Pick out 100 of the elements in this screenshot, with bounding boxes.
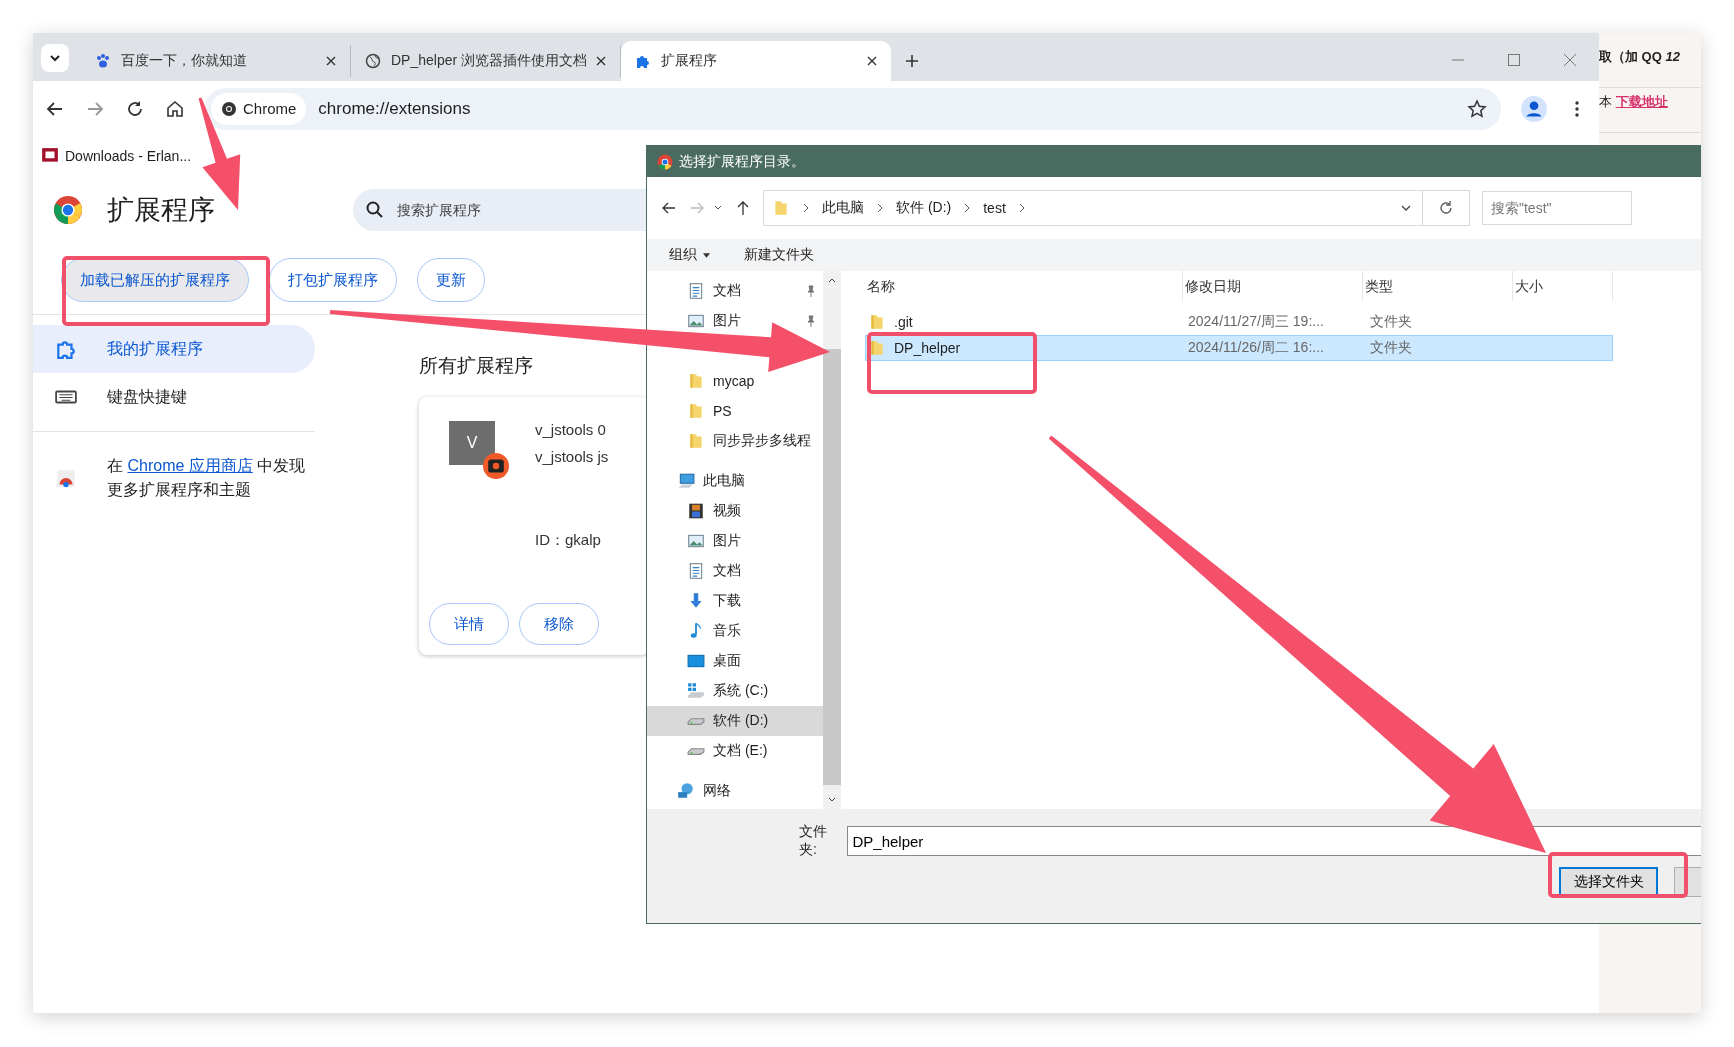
bookmark-item[interactable]: Downloads - Erlan... bbox=[41, 147, 192, 165]
page-title: 扩展程序 bbox=[107, 194, 216, 227]
browser-tab[interactable]: 扩展程序 bbox=[621, 41, 891, 81]
drive-icon bbox=[687, 717, 705, 725]
file-type: 文件夹 bbox=[1369, 313, 1413, 331]
pin-icon[interactable] bbox=[805, 285, 817, 297]
extension-description: v_jstools js bbox=[535, 448, 609, 465]
globe-icon bbox=[365, 53, 381, 69]
column-header[interactable]: 修改日期 bbox=[1183, 271, 1363, 301]
file-row[interactable]: DP_helper 2024/11/26/周二 16:... 文件夹 bbox=[865, 335, 1613, 361]
file-name: .git bbox=[894, 314, 913, 330]
command-button[interactable]: 新建文件夹 bbox=[744, 246, 814, 264]
download-link[interactable]: 下载地址 bbox=[1615, 94, 1668, 109]
nav-item[interactable]: 视频 bbox=[647, 496, 823, 526]
system-drive-icon bbox=[687, 682, 705, 700]
extension-name: v_jstools 0 bbox=[535, 421, 607, 438]
picture-icon bbox=[687, 532, 705, 550]
browser-tab[interactable]: 百度一下，你就知道 bbox=[81, 45, 351, 77]
site-chip[interactable]: Chrome bbox=[211, 92, 307, 125]
extension-id: ID：gkalp bbox=[535, 531, 602, 550]
folder-icon bbox=[772, 199, 790, 217]
chevron-down-icon bbox=[49, 52, 61, 64]
web-store-link[interactable]: Chrome 应用商店 bbox=[127, 457, 253, 474]
card-button[interactable]: 详情 bbox=[429, 603, 509, 645]
bookmark-star-icon[interactable] bbox=[1467, 98, 1487, 119]
network-icon bbox=[677, 782, 695, 800]
chrome-logo-icon bbox=[657, 153, 673, 170]
folder-icon bbox=[687, 432, 705, 450]
chevron-right-icon bbox=[876, 203, 884, 213]
home-icon[interactable] bbox=[165, 98, 185, 119]
record-badge-icon bbox=[483, 453, 509, 479]
column-header[interactable]: 大小 bbox=[1513, 271, 1613, 301]
nav-item[interactable]: 同步异步多线程 bbox=[647, 426, 823, 456]
breadcrumb-item[interactable]: 软件 (D:) bbox=[896, 199, 952, 217]
search-field[interactable]: 搜索扩展程序 bbox=[395, 201, 580, 219]
close-icon[interactable] bbox=[326, 56, 336, 66]
action-button[interactable]: 更新 bbox=[417, 258, 485, 302]
folder-icon bbox=[687, 372, 705, 390]
action-button[interactable]: 打包扩展程序 bbox=[269, 258, 397, 302]
sidebar-item[interactable]: 键盘快捷键 bbox=[33, 373, 315, 421]
nav-item[interactable]: 网络 bbox=[647, 776, 823, 806]
maximize-icon[interactable] bbox=[1507, 53, 1521, 67]
tab-search-button[interactable] bbox=[41, 44, 69, 72]
nav-item[interactable]: 文档 bbox=[647, 556, 823, 586]
nav-item[interactable]: 下载 bbox=[647, 586, 823, 616]
file-name: DP_helper bbox=[894, 340, 961, 356]
profile-avatar-icon[interactable] bbox=[1521, 95, 1547, 122]
card-button[interactable]: 移除 bbox=[519, 603, 599, 645]
web-store-text: 在 Chrome 应用商店 中发现更多扩展程序和主题 bbox=[107, 456, 307, 500]
up-arrow-icon[interactable] bbox=[735, 200, 751, 216]
document-icon bbox=[687, 282, 705, 300]
nav-item[interactable]: 此电脑 bbox=[647, 466, 823, 496]
folder-icon bbox=[868, 313, 886, 331]
drive-icon bbox=[687, 747, 705, 755]
search-field[interactable]: 搜索"test" bbox=[1482, 191, 1632, 225]
dialog-title: 选择扩展程序目录。 bbox=[679, 152, 805, 171]
breadcrumb-item[interactable]: test bbox=[983, 200, 1006, 216]
folder-icon bbox=[868, 339, 886, 357]
column-header[interactable]: 名称 bbox=[865, 271, 1183, 301]
folder-icon bbox=[687, 402, 705, 420]
sidebar-item[interactable]: 我的扩展程序 bbox=[33, 325, 315, 373]
nav-item[interactable]: PS bbox=[647, 396, 823, 426]
puzzle-icon bbox=[635, 53, 651, 69]
scrollbar[interactable] bbox=[823, 271, 841, 809]
column-header[interactable]: 类型 bbox=[1363, 271, 1513, 301]
nav-item[interactable]: 图片 bbox=[647, 306, 823, 336]
nav-item[interactable]: 软件 (D:) bbox=[647, 706, 823, 736]
address-bar[interactable]: Chrome chrome://extensions bbox=[205, 87, 1501, 130]
back-arrow-icon[interactable] bbox=[661, 200, 677, 216]
breadcrumb-item[interactable]: 此电脑 bbox=[822, 199, 864, 217]
puzzle-icon bbox=[55, 338, 77, 360]
select-folder-button[interactable]: 选择文件夹 bbox=[1559, 867, 1659, 897]
film-icon bbox=[687, 502, 705, 520]
nav-item[interactable]: 文档 (E:) bbox=[647, 736, 823, 766]
folder-name-field[interactable]: DP_helper bbox=[847, 826, 1701, 856]
url-text: chrome://extensions bbox=[318, 98, 472, 119]
web-store-icon bbox=[55, 467, 77, 489]
nav-item[interactable]: 桌面 bbox=[647, 646, 823, 676]
nav-item[interactable]: 系统 (C:) bbox=[647, 676, 823, 706]
chevron-right-icon bbox=[1017, 203, 1026, 213]
nav-item[interactable]: mycap bbox=[647, 366, 823, 396]
close-icon[interactable] bbox=[596, 56, 606, 66]
file-type: 文件夹 bbox=[1369, 339, 1413, 357]
chevron-right-icon bbox=[963, 203, 972, 213]
close-icon[interactable] bbox=[867, 56, 877, 66]
nav-item[interactable]: 文档 bbox=[647, 276, 823, 306]
modified-date: 2024/11/27/周三 19:... bbox=[1187, 313, 1325, 331]
refresh-button[interactable] bbox=[1423, 190, 1470, 226]
new-tab-icon[interactable] bbox=[905, 54, 919, 68]
nav-item[interactable]: 音乐 bbox=[647, 616, 823, 646]
modified-date: 2024/11/26/周二 16:... bbox=[1187, 339, 1325, 357]
pin-icon[interactable] bbox=[805, 315, 817, 327]
breadcrumb-bar[interactable]: 此电脑 软件 (D:) test bbox=[763, 190, 1423, 226]
erlang-logo-icon bbox=[41, 147, 59, 165]
file-row[interactable]: .git 2024/11/27/周三 19:... 文件夹 bbox=[865, 309, 1613, 335]
nav-item[interactable]: 图片 bbox=[647, 526, 823, 556]
field-label: 文件夹: bbox=[799, 823, 828, 859]
command-button[interactable]: 组织 bbox=[669, 246, 710, 264]
section-title: 所有扩展程序 bbox=[419, 354, 534, 378]
desktop-icon bbox=[687, 652, 705, 670]
